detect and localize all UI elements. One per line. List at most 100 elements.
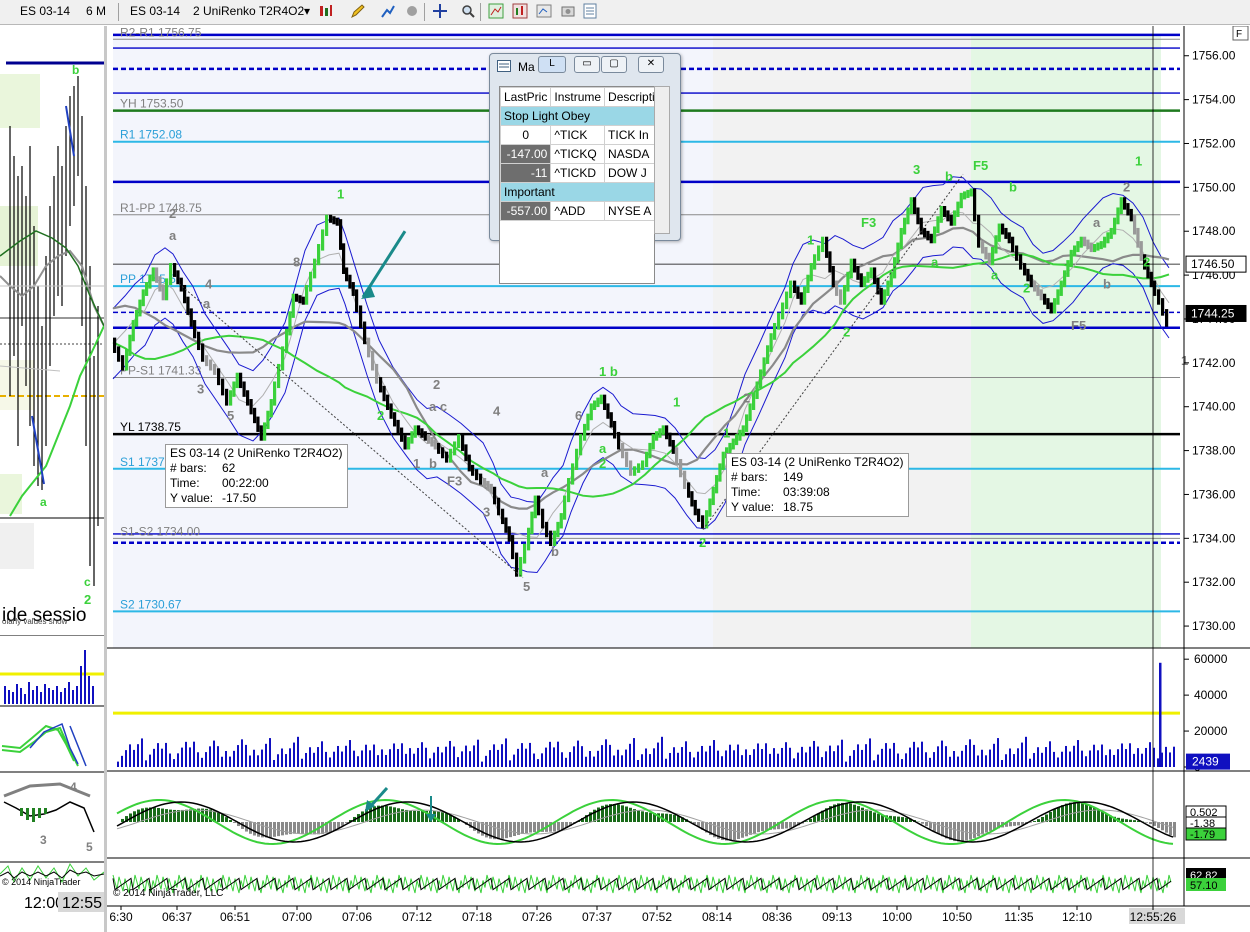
volume-bar (1017, 748, 1019, 767)
bar-type-selector[interactable]: 2 UniRenko T2R4O2 (193, 4, 304, 18)
market-analyzer-titlebar[interactable]: Ma L ▭ ▢ ✕ (490, 54, 680, 78)
table-row[interactable]: -11 ^TICKD DOW J (500, 163, 654, 183)
renko-bar (148, 274, 152, 289)
properties-list-icon[interactable] (582, 3, 598, 19)
macd-histogram-bar (421, 811, 424, 822)
renko-bar (1079, 236, 1083, 248)
template-icon[interactable] (536, 3, 552, 19)
wave-label-3: 3 (40, 833, 47, 847)
chart-copyright: © 2014 NinjaTrader, LLC (113, 888, 223, 899)
macd-histogram-bar (965, 822, 968, 841)
minimize-button[interactable]: ▭ (574, 56, 600, 73)
macd-histogram-bar (1101, 811, 1104, 822)
renko-bar (1153, 280, 1157, 296)
volume-bar (597, 750, 599, 767)
price-tick-label: 1756.00 (1192, 49, 1236, 63)
close-button[interactable]: ✕ (638, 56, 664, 73)
renko-bar (486, 480, 490, 491)
wave-label: 1 (673, 395, 680, 410)
macd-histogram-bar (533, 822, 536, 833)
maximize-button[interactable]: ▢ (601, 56, 627, 73)
table-row[interactable]: -557.00 ^ADD NYSE A (500, 201, 654, 221)
table-row[interactable]: -147.00 ^TICKQ NASDA (500, 144, 654, 164)
volume-bar (1173, 746, 1175, 767)
renko-bar (527, 527, 531, 551)
volume-bar (637, 759, 639, 767)
volume-bar (533, 753, 535, 767)
left-time-2: 12:55 (62, 895, 102, 912)
link-tab[interactable]: L (538, 56, 566, 73)
bar-type-dropdown-icon[interactable]: ▾ (304, 4, 310, 18)
table-row[interactable]: 0 ^TICK TICK In (500, 125, 654, 145)
level-label: S1-S2 1734.00 (120, 524, 200, 538)
macd-histogram-bar (1041, 816, 1044, 822)
renko-bar (263, 422, 267, 441)
volume-bar (453, 746, 455, 767)
volume-bar (937, 746, 939, 767)
volume-bar (673, 747, 675, 767)
volume-bar (753, 749, 755, 767)
bar-style-icon[interactable] (318, 3, 334, 19)
macd-histogram-bar (873, 812, 876, 822)
macd-histogram-bar (1165, 822, 1168, 833)
draw-pencil-icon[interactable] (350, 3, 366, 19)
renko-bar (617, 431, 621, 450)
renko-bar (1073, 245, 1077, 257)
left-period-selector[interactable]: 6 M (86, 4, 106, 18)
macd-histogram-bar (321, 822, 324, 834)
wave-label: 1 (337, 186, 344, 201)
vertical-scrollbar[interactable] (654, 86, 670, 234)
volume-bar (193, 741, 195, 767)
renko-bar (537, 495, 541, 516)
renko-bar (1001, 223, 1005, 235)
volume-bar (701, 745, 703, 767)
macd-histogram-bar (1153, 822, 1156, 826)
renko-bar (575, 448, 579, 470)
renko-bar (690, 491, 694, 507)
market-analyzer-title: Ma (518, 60, 535, 74)
column-header-instrument[interactable]: Instrume (550, 87, 606, 107)
strategy-icon[interactable] (404, 3, 420, 19)
macd-histogram-bar (473, 822, 476, 831)
wave-label: a c (429, 399, 447, 414)
renko-bar (697, 508, 701, 522)
zoom-icon[interactable] (460, 3, 476, 19)
market-analyzer-window[interactable]: Ma L ▭ ▢ ✕ LastPric Instrume Descripti S… (489, 53, 681, 284)
renko-bar (1113, 217, 1117, 235)
renko-bar (859, 273, 863, 288)
renko-bar (876, 277, 880, 295)
column-header-last-price[interactable]: LastPric (500, 87, 552, 107)
renko-bar (886, 280, 890, 296)
instrument-selector[interactable]: ES 03-14 (130, 4, 180, 18)
data-series-icon[interactable] (512, 3, 528, 19)
time-tick-label: 6:30 (109, 910, 133, 924)
volume-bar (825, 751, 827, 767)
indicator-icon[interactable] (380, 3, 396, 19)
time-tick-label: 12:10 (1062, 910, 1092, 924)
time-tick-label: 07:06 (342, 910, 372, 924)
volume-bar (433, 752, 435, 767)
volume-bar (837, 745, 839, 767)
price-tick-label: 1752.00 (1192, 136, 1236, 150)
renko-bar (501, 508, 505, 525)
time-tick-label: 12:55:26 (1130, 910, 1177, 924)
renko-bar (991, 246, 995, 266)
renko-bar (348, 274, 352, 289)
f-button[interactable]: F (1236, 29, 1242, 40)
crosshair-icon[interactable] (432, 3, 448, 19)
column-header-description[interactable]: Descripti (604, 87, 654, 107)
group-row[interactable]: Important (500, 182, 654, 202)
volume-bar (913, 741, 915, 767)
group-row[interactable]: Stop Light Obey (500, 106, 654, 126)
volume-bar (197, 752, 199, 767)
macd-histogram-bar (781, 822, 784, 829)
volume-bar (889, 748, 891, 767)
renko-bar (916, 207, 920, 225)
volume-bar (833, 751, 835, 767)
renko-bar (773, 322, 777, 340)
snapshot-icon[interactable] (560, 3, 576, 19)
chart-properties-icon[interactable] (488, 3, 504, 19)
volume-bar (997, 738, 999, 767)
left-instrument-selector[interactable]: ES 03-14 (20, 4, 70, 18)
volume-bar (505, 738, 507, 767)
